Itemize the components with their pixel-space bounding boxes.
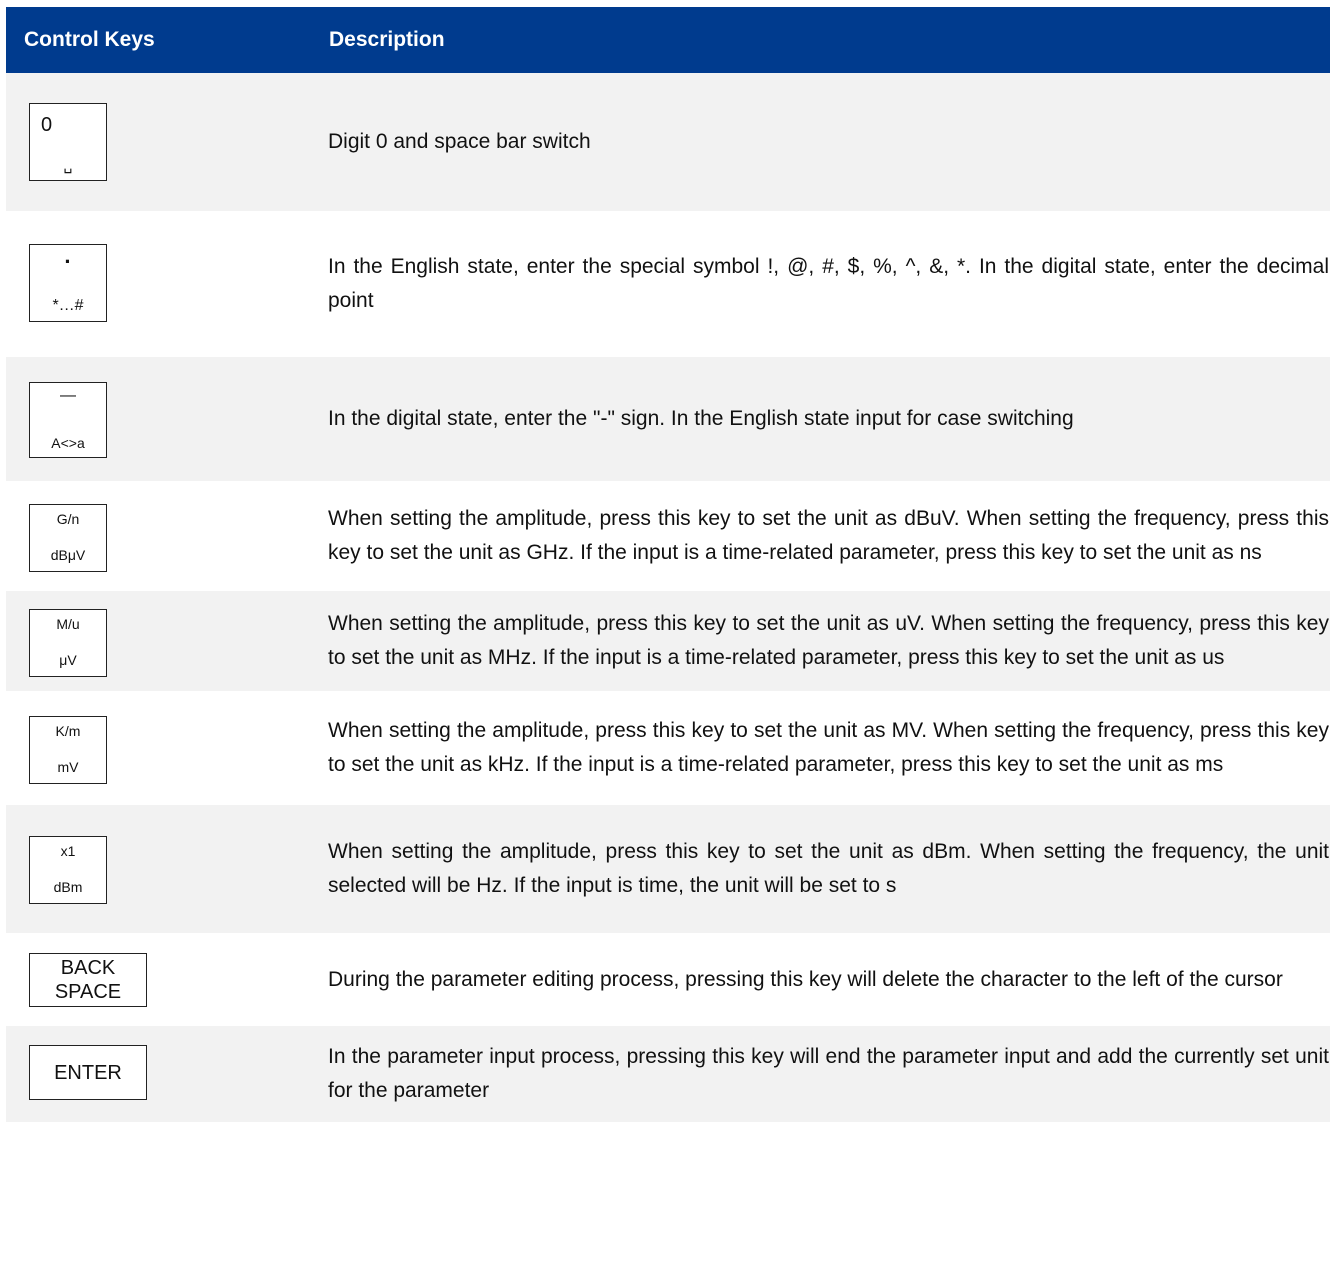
key-top-label: —	[60, 387, 76, 404]
key-0-space[interactable]: 0 ␣	[29, 103, 107, 181]
table-row: BACK SPACE During the parameter editing …	[6, 936, 1330, 1026]
table-row: ENTER In the parameter input process, pr…	[6, 1026, 1330, 1122]
key-description: In the English state, enter the special …	[328, 255, 1329, 312]
table-header: Control Keys Description	[6, 7, 1330, 73]
key-k-m[interactable]: K/m mV	[29, 716, 107, 784]
key-bottom-label: dBμV	[50, 547, 86, 563]
key-minus-case[interactable]: — A<>a	[29, 382, 107, 458]
key-description: When setting the amplitude, press this k…	[328, 612, 1329, 669]
key-bottom-label: SPACE	[54, 981, 122, 1003]
key-decimal-symbol[interactable]: · *…#	[29, 244, 107, 322]
key-description: In the digital state, enter the "-" sign…	[328, 407, 1074, 430]
table-row: K/m mV When setting the amplitude, press…	[6, 694, 1330, 805]
header-control-keys: Control Keys	[24, 28, 155, 51]
key-top-label: 0	[41, 114, 53, 136]
key-enter[interactable]: ENTER	[29, 1045, 147, 1100]
key-top-label: ·	[64, 249, 72, 274]
table-row: · *…# In the English state, enter the sp…	[6, 214, 1330, 357]
control-keys-table: Control Keys Description 0 ␣ Digit 0 and…	[6, 7, 1330, 1122]
key-top-label: BACK	[60, 957, 116, 979]
key-top-label: K/m	[55, 723, 81, 739]
key-bottom-label: dBm	[53, 879, 83, 895]
key-m-u[interactable]: M/u μV	[29, 609, 107, 677]
key-description: When setting the amplitude, press this k…	[328, 507, 1329, 564]
table-row: x1 dBm When setting the amplitude, press…	[6, 805, 1330, 936]
header-description: Description	[329, 28, 445, 51]
key-backspace[interactable]: BACK SPACE	[29, 953, 147, 1007]
key-bottom-label: ␣	[63, 157, 73, 173]
key-bottom-label: μV	[59, 652, 77, 668]
key-top-label: x1	[60, 843, 76, 859]
key-description: When setting the amplitude, press this k…	[328, 840, 1329, 897]
table-row: M/u μV When setting the amplitude, press…	[6, 591, 1330, 694]
key-bottom-label: *…#	[52, 297, 84, 314]
key-description: During the parameter editing process, pr…	[328, 967, 1283, 991]
key-description: When setting the amplitude, press this k…	[328, 719, 1329, 776]
key-description: In the parameter input process, pressing…	[328, 1045, 1329, 1102]
table-row: — A<>a In the digital state, enter the "…	[6, 357, 1330, 484]
key-g-n[interactable]: G/n dBμV	[29, 504, 107, 572]
table-row: G/n dBμV When setting the amplitude, pre…	[6, 484, 1330, 591]
key-top-label: G/n	[56, 511, 80, 527]
key-label: ENTER	[54, 1061, 122, 1084]
key-description: Digit 0 and space bar switch	[328, 130, 591, 153]
table-row: 0 ␣ Digit 0 and space bar switch	[6, 73, 1330, 214]
key-bottom-label: mV	[57, 759, 79, 775]
key-x1[interactable]: x1 dBm	[29, 836, 107, 904]
key-top-label: M/u	[56, 616, 80, 632]
key-bottom-label: A<>a	[51, 435, 85, 451]
